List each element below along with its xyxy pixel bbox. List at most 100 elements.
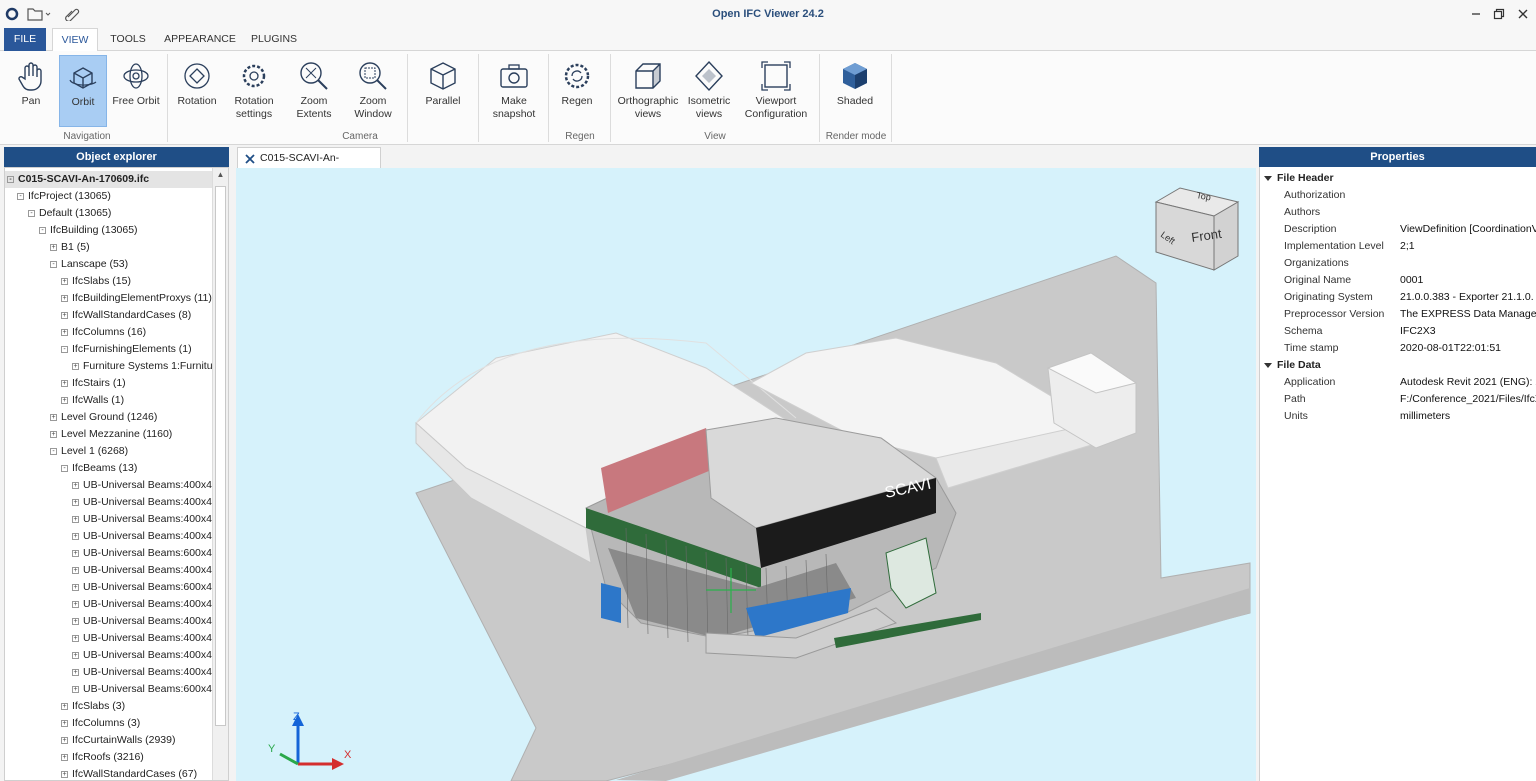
expand-icon[interactable]: + [72, 481, 79, 489]
tab-file[interactable]: FILE [4, 28, 46, 51]
close-tab-icon[interactable] [244, 152, 256, 164]
expand-icon[interactable]: + [72, 634, 79, 642]
expand-icon[interactable]: + [61, 277, 68, 285]
collapse-icon[interactable]: - [50, 447, 57, 455]
expand-icon[interactable]: + [72, 549, 79, 557]
explorer-scrollbar[interactable]: ▲ [212, 168, 228, 780]
orthographic-views-button[interactable]: Orthographic views [616, 55, 680, 127]
tree-item[interactable]: - IfcBuilding (13065) [39, 222, 138, 239]
tree-item[interactable]: + Level Mezzanine (1160) [50, 426, 172, 443]
tab-view[interactable]: VIEW [52, 28, 98, 52]
expand-icon[interactable]: + [72, 668, 79, 676]
collapse-arrow-icon[interactable] [1264, 175, 1272, 181]
expand-icon[interactable]: + [61, 753, 68, 761]
tree-item[interactable]: + UB-Universal Beams:400x40 [72, 664, 218, 681]
tree-item[interactable]: + UB-Universal Beams:400x40 [72, 511, 218, 528]
minimize-icon[interactable] [1465, 4, 1487, 24]
tree-item[interactable]: + Furniture Systems 1:Furnitur [72, 358, 216, 375]
collapse-icon[interactable]: - [61, 345, 68, 353]
object-explorer-tree[interactable]: - C015-SCAVI-An-170609.ifc - IfcProject (1… [4, 167, 229, 781]
tree-item[interactable]: + IfcColumns (16) [61, 324, 146, 341]
tree-item[interactable]: + UB-Universal Beams:400x40 [72, 630, 218, 647]
make-snapshot-button[interactable]: Make snapshot [486, 55, 542, 127]
zoom-extents-button[interactable]: Zoom Extents [290, 55, 338, 127]
tree-item[interactable]: + UB-Universal Beams:400x40 [72, 613, 218, 630]
expand-icon[interactable]: + [72, 515, 79, 523]
tree-item[interactable]: + IfcRoofs (3216) [61, 749, 144, 766]
tree-item[interactable]: + IfcStairs (1) [61, 375, 126, 392]
expand-icon[interactable]: + [61, 379, 68, 387]
expand-icon[interactable]: + [61, 719, 68, 727]
orbit-button[interactable]: Orbit [59, 55, 107, 127]
tree-item[interactable]: + IfcSlabs (15) [61, 273, 131, 290]
zoom-window-button[interactable]: Zoom Window [349, 55, 397, 127]
free-orbit-button[interactable]: Free Orbit [110, 55, 162, 127]
collapse-icon[interactable]: - [7, 175, 14, 183]
document-tab[interactable]: C015-SCAVI-An-170609.ifc [237, 147, 381, 184]
tree-item[interactable]: + IfcWallStandardCases (8) [61, 307, 191, 324]
expand-icon[interactable]: + [72, 498, 79, 506]
tab-appearance[interactable]: APPEARANCE [160, 28, 240, 51]
collapse-icon[interactable]: - [39, 226, 46, 234]
rotation-settings-button[interactable]: Rotation settings [227, 55, 281, 127]
parallel-button[interactable]: Parallel [416, 55, 470, 127]
isometric-views-button[interactable]: Isometric views [684, 55, 734, 127]
tree-item[interactable]: + UB-Universal Beams:400x40 [72, 562, 218, 579]
tree-item[interactable]: - Lanscape (53) [50, 256, 128, 273]
3d-viewport[interactable]: SCAVI Top Front Left Z X Y [236, 168, 1256, 781]
tree-item[interactable]: - IfcProject (13065) [17, 188, 111, 205]
tree-item[interactable]: + UB-Universal Beams:400x40 [72, 494, 218, 511]
tree-item[interactable]: - IfcFurnishingElements (1) [61, 341, 192, 358]
expand-icon[interactable]: + [72, 362, 79, 370]
tree-item[interactable]: + IfcSlabs (3) [61, 698, 125, 715]
view-cube[interactable]: Top Front Left [1152, 180, 1242, 272]
tree-item[interactable]: - IfcBeams (13) [61, 460, 137, 477]
expand-icon[interactable]: + [61, 736, 68, 744]
collapse-icon[interactable]: - [28, 209, 35, 217]
regen-button[interactable]: Regen [554, 55, 600, 127]
tab-tools[interactable]: TOOLS [104, 28, 152, 51]
tree-item[interactable]: + IfcBuildingElementProxys (11) [61, 290, 212, 307]
tree-item[interactable]: + UB-Universal Beams:400x40 [72, 528, 218, 545]
expand-icon[interactable]: + [61, 311, 68, 319]
expand-icon[interactable]: + [72, 583, 79, 591]
tree-item[interactable]: + IfcWalls (1) [61, 392, 124, 409]
tree-item[interactable]: - Default (13065) [28, 205, 111, 222]
tree-item[interactable]: + UB-Universal Beams:400x40 [72, 647, 218, 664]
expand-icon[interactable]: + [72, 532, 79, 540]
collapse-icon[interactable]: - [61, 464, 68, 472]
expand-icon[interactable]: + [50, 243, 57, 251]
file-header-section[interactable]: File Header [1264, 170, 1334, 187]
tree-item-root[interactable]: - C015-SCAVI-An-170609.ifc [5, 171, 212, 188]
expand-icon[interactable]: + [72, 651, 79, 659]
collapse-arrow-icon[interactable] [1264, 362, 1272, 368]
file-data-section[interactable]: File Data [1264, 357, 1321, 374]
tree-item[interactable]: - Level 1 (6268) [50, 443, 128, 460]
tree-item[interactable]: + IfcColumns (3) [61, 715, 140, 732]
shaded-button[interactable]: Shaded [828, 55, 882, 127]
restore-icon[interactable] [1488, 4, 1510, 24]
scroll-up-icon[interactable]: ▲ [213, 170, 228, 184]
expand-icon[interactable]: + [61, 702, 68, 710]
tree-item[interactable]: + UB-Universal Beams:400x40 [72, 477, 218, 494]
viewport-configuration-button[interactable]: Viewport Configuration [740, 55, 812, 127]
expand-icon[interactable]: + [61, 328, 68, 336]
expand-icon[interactable]: + [61, 396, 68, 404]
expand-icon[interactable]: + [50, 413, 57, 421]
rotation-button[interactable]: Rotation [172, 55, 222, 127]
scrollbar-thumb[interactable] [215, 186, 226, 726]
expand-icon[interactable]: + [61, 770, 68, 778]
expand-icon[interactable]: + [61, 294, 68, 302]
collapse-icon[interactable]: - [17, 192, 24, 200]
close-icon[interactable] [1512, 4, 1534, 24]
tree-item[interactable]: + UB-Universal Beams:600x40 [72, 579, 218, 596]
tree-item[interactable]: + Level Ground (1246) [50, 409, 157, 426]
tree-item[interactable]: + B1 (5) [50, 239, 90, 256]
tree-item[interactable]: + IfcCurtainWalls (2939) [61, 732, 175, 749]
expand-icon[interactable]: + [72, 617, 79, 625]
tree-item[interactable]: + UB-Universal Beams:600x40 [72, 681, 218, 698]
tree-item[interactable]: + IfcWallStandardCases (67) [61, 766, 197, 780]
tree-item[interactable]: + UB-Universal Beams:600x40 [72, 545, 218, 562]
expand-icon[interactable]: + [72, 566, 79, 574]
tab-plugins[interactable]: PLUGINS [246, 28, 302, 51]
